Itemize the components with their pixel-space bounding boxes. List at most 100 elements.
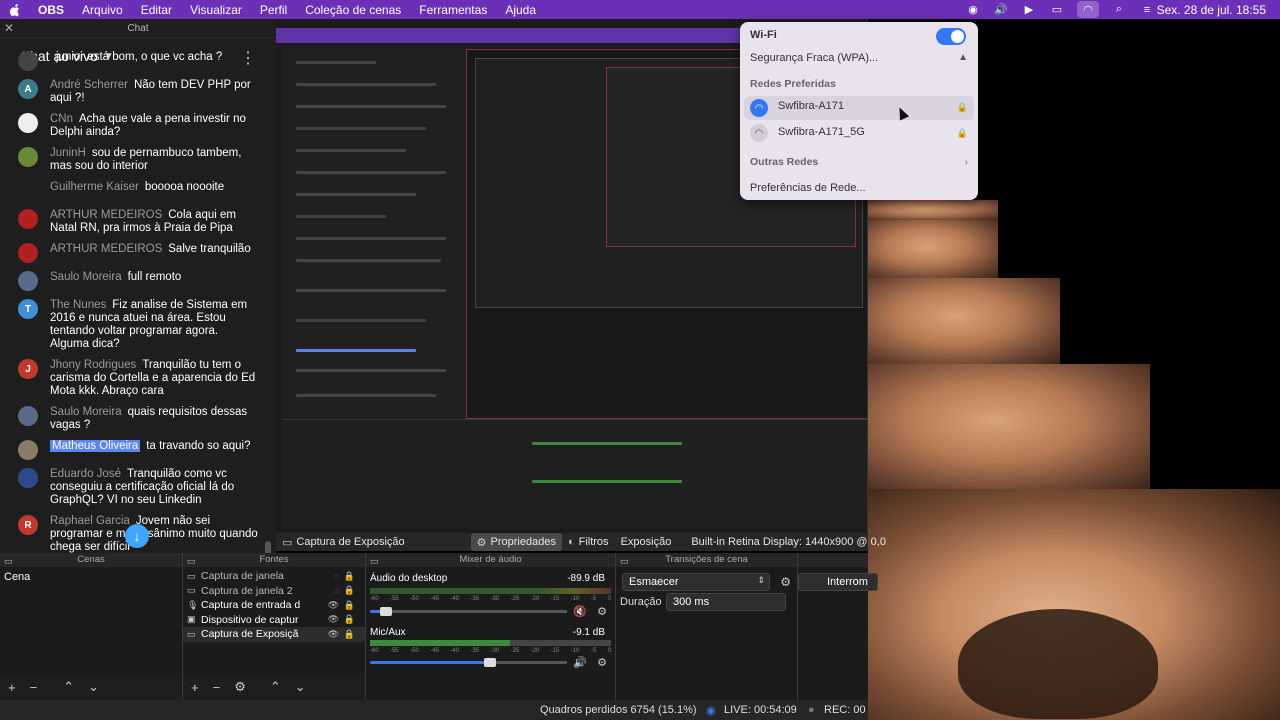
menu-app-obs[interactable]: OBS: [38, 3, 64, 17]
chat-author[interactable]: Eduardo José: [50, 468, 121, 480]
eye-icon[interactable]: 👁: [328, 600, 339, 611]
scene-item[interactable]: Cena: [0, 567, 182, 587]
volume-slider[interactable]: [370, 607, 567, 616]
apple-icon[interactable]: [8, 3, 22, 17]
chevron-up-icon[interactable]: ⌃: [270, 679, 281, 695]
lock-icon[interactable]: 🔒: [344, 600, 355, 611]
display-select[interactable]: Built-in Retina Display: 1440x900 @ 0,0: [685, 533, 892, 551]
scroll-down-button[interactable]: ↓: [125, 524, 149, 548]
wifi-preferences[interactable]: Preferências de Rede...: [750, 182, 866, 194]
webcam-thumb: [868, 220, 998, 278]
avatar[interactable]: T: [18, 299, 38, 319]
chat-author[interactable]: Jhony Rodrigues: [50, 359, 136, 371]
transition-select[interactable]: Esmaecer ⇕: [622, 573, 770, 591]
menubar-clock[interactable]: Sex. 28 de jul. 18:55: [1157, 3, 1266, 17]
source-item[interactable]: ▭ Captura de janela 2 ◌ 🔒: [183, 584, 365, 599]
avatar[interactable]: [18, 271, 38, 291]
menu-arquivo[interactable]: Arquivo: [82, 3, 123, 17]
source-item[interactable]: ▭ Captura de Exposiçã 👁 🔒: [183, 627, 365, 642]
remove-icon[interactable]: −: [30, 680, 38, 695]
chevron-down-icon[interactable]: ⌄: [295, 679, 306, 695]
volume-icon[interactable]: 🔊: [993, 3, 1009, 17]
eye-icon[interactable]: 👁: [328, 614, 339, 625]
github-icon[interactable]: ◉: [965, 3, 981, 17]
menu-bar: OBS Arquivo Editar Visualizar Perfil Col…: [0, 0, 1280, 19]
gear-icon[interactable]: ⚙: [234, 679, 246, 695]
wifi-icon[interactable]: ◠: [1077, 1, 1099, 18]
control-center-icon[interactable]: ≡: [1139, 3, 1155, 17]
avatar[interactable]: [18, 147, 38, 167]
lock-icon[interactable]: 🔒: [344, 585, 355, 596]
avatar[interactable]: [18, 113, 38, 133]
wifi-network-1[interactable]: Swfibra-A171: [778, 100, 844, 112]
gear-icon[interactable]: ⚙: [780, 575, 791, 589]
avatar[interactable]: R: [18, 515, 38, 535]
source-item[interactable]: ▭ Captura de janela ◌ 🔒: [183, 569, 365, 584]
chevron-up-icon[interactable]: ⌃: [63, 679, 74, 695]
duration-field[interactable]: 300 ms: [666, 593, 786, 611]
chat-author[interactable]: ARTHUR MEDEIROS: [50, 243, 162, 255]
exposure-button[interactable]: Exposição: [615, 533, 678, 551]
chat-author[interactable]: Matheus Oliveira: [50, 440, 141, 452]
stop-streaming-button[interactable]: Interrom: [798, 573, 878, 591]
avatar[interactable]: [18, 209, 38, 229]
chat-author[interactable]: André Scherrer: [50, 79, 128, 91]
slider-thumb[interactable]: [484, 658, 496, 667]
chat-author[interactable]: The Nunes: [50, 299, 106, 311]
lock-icon[interactable]: 🔒: [344, 614, 355, 625]
avatar[interactable]: [18, 468, 38, 488]
play-icon[interactable]: ▶: [1021, 3, 1037, 17]
menu-editar[interactable]: Editar: [141, 3, 172, 17]
battery-icon[interactable]: ▭: [1049, 3, 1065, 17]
chat-author[interactable]: Raphael Garcia: [50, 515, 130, 527]
add-icon[interactable]: +: [8, 680, 16, 695]
eye-icon[interactable]: ◌: [334, 586, 339, 596]
avatar[interactable]: [18, 406, 38, 426]
chat-author[interactable]: Guilherme Kaiser: [50, 181, 139, 193]
wifi-network-2[interactable]: Swfibra-A171_5G: [778, 126, 865, 138]
avatar[interactable]: J: [18, 359, 38, 379]
chat-author[interactable]: CNn: [50, 113, 73, 125]
eye-icon[interactable]: ◌: [334, 571, 339, 581]
wifi-toggle[interactable]: [936, 28, 966, 45]
scenes-footer: + − ⌃ ⌄: [0, 674, 182, 700]
avatar[interactable]: [18, 181, 38, 201]
chat-author[interactable]: Saulo Moreira: [50, 271, 122, 283]
speaker-icon[interactable]: 🔊: [573, 656, 587, 669]
menu-ajuda[interactable]: Ajuda: [505, 3, 536, 17]
menu-colecao-cenas[interactable]: Coleção de cenas: [305, 3, 401, 17]
chat-author[interactable]: ARTHUR MEDEIROS: [50, 209, 162, 221]
remove-icon[interactable]: −: [213, 680, 221, 695]
properties-button[interactable]: ⚙ Propriedades: [470, 533, 562, 551]
slider-thumb[interactable]: [380, 607, 392, 616]
lock-icon[interactable]: 🔒: [344, 571, 355, 582]
gear-icon[interactable]: ⚙: [597, 605, 607, 618]
muted-speaker-icon[interactable]: 🔇: [573, 605, 587, 618]
chat-message: T The Nunes Fiz analise de Sistema em 2016…: [18, 299, 258, 351]
menu-perfil[interactable]: Perfil: [260, 3, 287, 17]
source-item[interactable]: 🎙 Captura de entrada d 👁 🔒: [183, 598, 365, 613]
chevron-right-icon[interactable]: ›: [965, 157, 968, 168]
chevron-down-icon[interactable]: ⌄: [88, 679, 99, 695]
broadcast-icon: ◉: [706, 704, 716, 717]
avatar[interactable]: [18, 51, 38, 71]
wifi-current-network[interactable]: Segurança Fraca (WPA)...: [750, 52, 878, 64]
gear-icon[interactable]: ⚙: [597, 656, 607, 669]
chat-author[interactable]: Saulo Moreira: [50, 406, 122, 418]
chat-scrollbar[interactable]: [265, 541, 271, 553]
avatar[interactable]: A: [18, 79, 38, 99]
filters-button[interactable]: ◐ Filtros: [562, 533, 615, 551]
volume-slider[interactable]: [370, 658, 567, 667]
lock-icon[interactable]: 🔒: [344, 629, 355, 640]
add-icon[interactable]: +: [191, 680, 199, 695]
chat-author[interactable]: JuninH: [50, 147, 86, 159]
avatar[interactable]: [18, 243, 38, 263]
avatar[interactable]: [18, 440, 38, 460]
menu-visualizar[interactable]: Visualizar: [190, 3, 242, 17]
search-icon[interactable]: ⌕: [1111, 3, 1127, 17]
source-item[interactable]: ▣ Dispositivo de captur 👁 🔒: [183, 613, 365, 628]
wifi-other-networks[interactable]: Outras Redes: [750, 156, 818, 168]
eye-icon[interactable]: 👁: [328, 629, 339, 640]
menu-ferramentas[interactable]: Ferramentas: [419, 3, 487, 17]
close-icon[interactable]: ✕: [4, 21, 14, 35]
